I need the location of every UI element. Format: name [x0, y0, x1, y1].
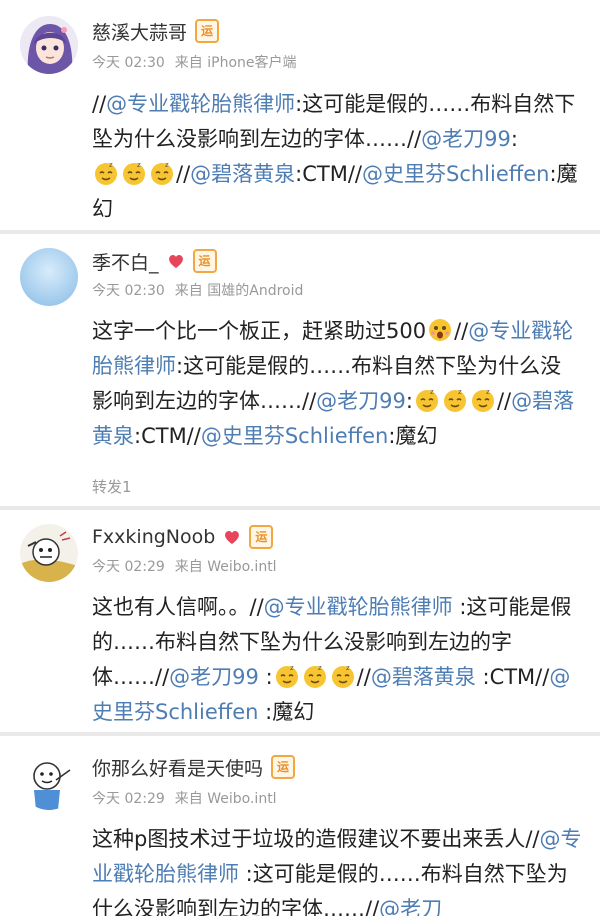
comment-text: //@专业戳轮胎熊律师:这可能是假的……布料自然下坠为什么没影响到左边的字体……… [92, 87, 582, 227]
sleepy-emoji-icon: z [331, 664, 354, 688]
text-segment: :魔幻 [388, 424, 438, 448]
yun-badge-icon: 运 [195, 19, 220, 43]
svg-text:z: z [290, 664, 294, 672]
name-row: 慈溪大蒜哥 运 [92, 18, 220, 45]
source-prefix: 来自 [174, 55, 203, 71]
text-segment: // [454, 319, 469, 343]
sleepy-emoji-icon: z [415, 388, 438, 412]
text-segment: :CTM// [134, 424, 201, 448]
mention-link[interactable]: @碧落黄泉 [190, 162, 295, 186]
avatar[interactable] [20, 248, 78, 306]
svg-text:z: z [486, 388, 490, 396]
avatar[interactable] [20, 16, 78, 74]
svg-text:z: z [430, 388, 434, 396]
text-segment: :CTM// [295, 162, 362, 186]
text-segment: : [405, 389, 413, 413]
source-prefix: 来自 [174, 283, 203, 299]
mention-link[interactable]: @老刀99 [316, 389, 406, 413]
mention-link[interactable]: @史里芬Schlieffen [362, 162, 549, 186]
text-segment: // [176, 162, 191, 186]
text-segment: :魔幻 [258, 700, 315, 724]
mention-link[interactable]: @碧落黄泉 [371, 665, 476, 689]
timestamp: 今天 02:30 [92, 283, 165, 299]
mention-link[interactable]: @史里芬Schlieffen [201, 424, 388, 448]
name-row: 你那么好看是天使吗 运 [92, 754, 296, 781]
yun-badge-icon: 运 [271, 755, 296, 779]
source-client: iPhone客户端 [207, 55, 297, 71]
svg-text:z: z [137, 161, 141, 169]
timestamp: 今天 02:29 [92, 559, 165, 575]
comment-item[interactable]: FxxkingNoob 运 今天 02:29 来自 Weibo.intl 这也有人… [0, 510, 600, 732]
timestamp: 今天 02:29 [92, 791, 165, 807]
sleepy-emoji-icon: z [303, 664, 326, 688]
comment-text: 这也有人信啊。。//@专业戳轮胎熊律师 :这可能是假的……布料自然下坠为什么没影… [92, 590, 582, 730]
post-meta: 今天 02:29 来自 Weibo.intl [92, 556, 277, 576]
text-segment: // [356, 665, 371, 689]
name-row: 季不白_ 运 [92, 248, 217, 274]
mention-link[interactable]: @专业戳轮胎熊律师 [106, 92, 295, 116]
text-segment: 这也有人信啊。。// [92, 595, 264, 619]
post-meta: 今天 02:30 来自 iPhone客户端 [92, 52, 297, 72]
svg-text:z: z [346, 664, 350, 672]
sleepy-emoji-icon: z [151, 161, 173, 185]
text-segment: // [496, 389, 512, 413]
text-segment: : [258, 665, 273, 689]
post-meta: 今天 02:30 来自 国雄的Android [92, 280, 303, 300]
comment-text: 这种p图技术过于垃圾的造假建议不要出来丢人//@专业戳轮胎熊律师 :这可能是假的… [92, 822, 582, 916]
text-segment: // [92, 92, 107, 116]
text-segment: :CTM// [475, 665, 550, 689]
sleepy-emoji-icon: z [275, 664, 298, 688]
timestamp: 今天 02:30 [92, 55, 165, 71]
mention-link[interactable]: @老刀99 [169, 665, 259, 689]
post-meta: 今天 02:29 来自 Weibo.intl [92, 788, 277, 808]
vip-heart-icon [168, 255, 183, 268]
text-segment: 这字一个比一个板正，赶紧助过500 [92, 319, 427, 343]
avatar[interactable] [20, 752, 78, 810]
text-segment: : [510, 127, 518, 151]
source-prefix: 来自 [174, 559, 203, 575]
repost-count[interactable]: 转发1 [92, 476, 132, 497]
source-client: Weibo.intl [207, 559, 277, 575]
mention-link[interactable]: @老刀 [379, 897, 442, 916]
yun-badge-icon: 运 [192, 249, 217, 273]
source-prefix: 来自 [174, 791, 203, 807]
comment-feed: 慈溪大蒜哥 运 今天 02:30 来自 iPhone客户端 //@专业戳轮胎熊律师… [0, 0, 600, 916]
sleepy-emoji-icon: z [471, 388, 494, 412]
comment-text: 这字一个比一个板正，赶紧助过500//@专业戳轮胎熊律师:这可能是假的……布料自… [92, 314, 582, 454]
source-client: 国雄的Android [207, 283, 304, 299]
sleepy-emoji-icon: z [123, 161, 145, 185]
avatar[interactable] [20, 524, 78, 582]
source-client: Weibo.intl [207, 791, 277, 807]
sleepy-emoji-icon: z [443, 388, 466, 412]
comment-item[interactable]: 你那么好看是天使吗 运 今天 02:29 来自 Weibo.intl 这种p图技术… [0, 736, 600, 916]
yun-badge-icon: 运 [249, 525, 274, 549]
vip-heart-icon [225, 531, 240, 544]
username[interactable]: 季不白_ [92, 248, 159, 275]
username[interactable]: 你那么好看是天使吗 [92, 754, 263, 781]
svg-text:z: z [165, 161, 169, 169]
mention-link[interactable]: @老刀99 [421, 127, 511, 151]
name-row: FxxkingNoob 运 [92, 524, 274, 550]
comment-item[interactable]: 季不白_ 运 今天 02:30 来自 国雄的Android 这字一个比一个板正，赶… [0, 234, 600, 506]
comment-item[interactable]: 慈溪大蒜哥 运 今天 02:30 来自 iPhone客户端 //@专业戳轮胎熊律师… [0, 0, 600, 230]
username[interactable]: FxxkingNoob [92, 526, 215, 548]
surprised-emoji-icon [429, 319, 452, 341]
svg-text:z: z [318, 664, 322, 672]
username[interactable]: 慈溪大蒜哥 [92, 18, 187, 45]
sleepy-emoji-icon: z [95, 161, 117, 185]
svg-text:z: z [109, 161, 113, 169]
text-segment: 这种p图技术过于垃圾的造假建议不要出来丢人// [92, 827, 540, 851]
mention-link[interactable]: @专业戳轮胎熊律师 [264, 595, 453, 619]
svg-text:z: z [458, 388, 462, 396]
